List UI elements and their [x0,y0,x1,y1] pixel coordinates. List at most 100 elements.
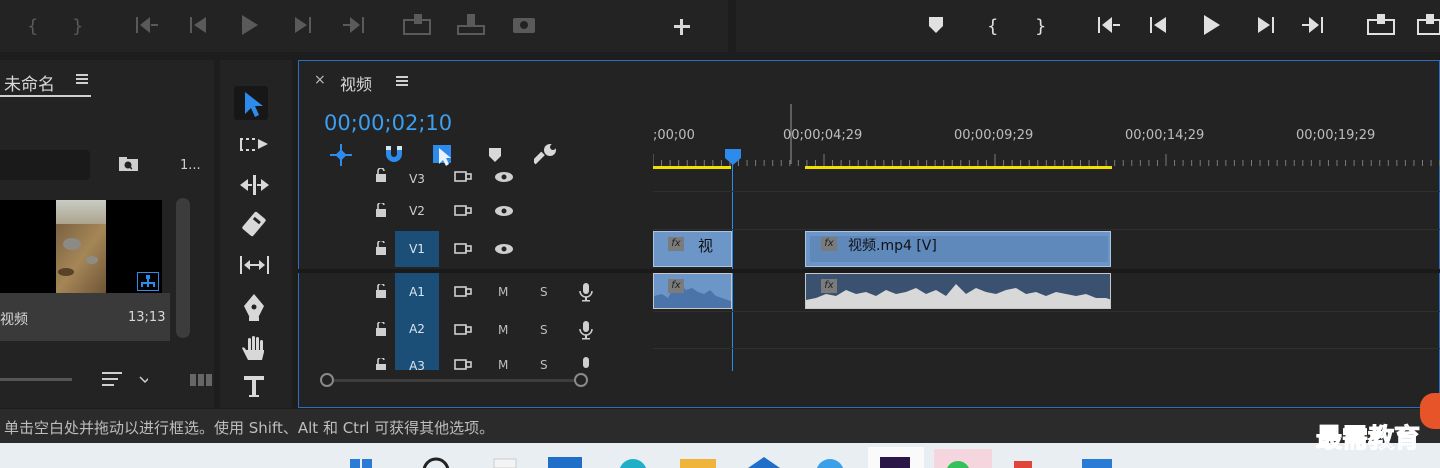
slip-tool-icon[interactable] [238,254,272,276]
solo-toggle[interactable]: S [540,323,548,337]
ruler-ticks [653,104,1440,169]
selection-arrow-icon [245,92,263,117]
unlock-icon[interactable] [374,322,388,336]
snap-magnet-icon[interactable] [382,142,406,166]
svg-text:}: } [1035,16,1046,37]
unlock-icon[interactable] [374,203,388,217]
new-bin-search-icon[interactable] [118,156,140,172]
unlock-icon[interactable] [374,241,388,255]
audio-clip[interactable]: fx [805,273,1111,309]
nest-sequence-icon[interactable] [328,142,354,168]
clip-label: 视频.mp4 [V] [848,238,937,254]
scroll-handle-right[interactable] [574,373,588,387]
audio-waveform [806,284,1110,308]
video-clip[interactable]: fx 视频.mp4 [V] [805,231,1111,267]
unlock-icon[interactable] [374,284,388,298]
audio-clip[interactable]: fx [653,273,732,309]
track-label[interactable]: V2 [395,204,439,218]
sync-lock-icon[interactable] [454,204,474,218]
eye-visibility-icon[interactable] [494,242,514,256]
mute-toggle[interactable]: M [498,323,508,337]
sync-lock-icon[interactable] [454,170,474,184]
track-label-targeted[interactable]: A3 [395,348,439,370]
mute-toggle[interactable]: M [498,285,508,299]
track-header-a2: A2 M S [298,311,653,348]
source-transport-icons: { } [27,14,690,37]
work-area-bar [653,166,731,169]
os-taskbar [0,443,1440,468]
watermark-text: 最需教育 [1315,424,1421,455]
timeline-menu-icon[interactable] [396,75,410,89]
panel-menu-icon[interactable] [76,72,90,86]
track-header-v2: V2 [298,191,653,229]
clip-name: 视频 [0,312,28,328]
type-tool-icon[interactable] [242,374,266,400]
status-hint: 单击空白处并拖动以进行框选。使用 Shift、Alt 和 Ctrl 可获得其他选… [4,419,495,437]
scroll-handle-left[interactable] [320,373,334,387]
track-divider [653,348,1440,349]
freeform-view-icon[interactable] [190,374,212,386]
clip-label: 视 [698,237,714,255]
svg-text:{: { [27,16,38,37]
watermark-logo [1420,393,1440,429]
voiceover-mic-icon[interactable] [578,320,594,340]
track-label-targeted[interactable]: V1 [395,231,439,267]
razor-tool-icon[interactable] [240,210,268,238]
svg-text:{: { [987,16,998,37]
project-search-input[interactable] [0,150,90,180]
mute-toggle[interactable]: M [498,358,508,370]
item-count: 1... [180,158,201,173]
track-divider [653,191,1440,192]
add-marker-icon[interactable] [486,146,504,166]
eye-visibility-icon[interactable] [494,170,514,184]
voiceover-mic-icon[interactable] [578,356,594,370]
sync-lock-icon[interactable] [454,323,474,337]
playhead-timecode[interactable]: 00;00;02;10 [324,111,452,135]
timeline-zoom-scrollbar[interactable] [320,373,588,387]
linked-selection-icon[interactable] [431,142,457,168]
sync-lock-icon[interactable] [454,358,474,370]
playhead-line[interactable] [732,164,733,371]
eye-visibility-icon[interactable] [494,204,514,218]
zoom-slider[interactable] [0,378,72,381]
unlock-icon[interactable] [374,358,388,370]
pen-tool-icon[interactable] [240,292,268,322]
status-bar: 单击空白处并拖动以进行框选。使用 Shift、Alt 和 Ctrl 可获得其他选… [0,409,1440,443]
sequence-badge-icon [137,272,159,291]
fx-badge: fx [668,279,684,293]
voiceover-mic-icon[interactable] [578,282,594,302]
track-divider [653,229,1440,230]
hand-tool-icon[interactable] [240,334,268,364]
tools-panel [220,60,292,408]
clip-duration: 13;13 [128,310,166,325]
ripple-edit-icon[interactable] [238,174,272,196]
track-select-icon[interactable] [238,134,270,156]
clip-thumbnail[interactable] [0,200,162,293]
track-divider [653,311,1440,312]
timeline-tab-title[interactable]: 视频 [340,71,372,95]
sort-icon[interactable] [102,370,148,388]
timeline-close-button[interactable]: × [314,72,326,88]
source-monitor-controls: { } [0,0,728,52]
track-label-targeted[interactable]: A1 [395,273,439,311]
solo-toggle[interactable]: S [540,285,548,299]
active-tab-underline [0,95,91,97]
track-label[interactable]: V3 [395,172,439,186]
video-clip[interactable]: fx 视 [653,231,732,267]
time-ruler[interactable]: ;00;00 00;00;04;29 00;00;09;29 00;00;14;… [653,104,1440,170]
timeline-settings-wrench-icon[interactable] [534,143,558,167]
project-tab-title[interactable]: 未命名 [4,70,55,95]
project-scrollbar[interactable] [176,198,190,338]
sync-lock-icon[interactable] [454,285,474,299]
clip-info-row[interactable]: 视频 13;13 [0,293,170,341]
solo-toggle[interactable]: S [540,358,548,370]
fx-badge: fx [668,237,684,251]
program-transport-icons: { } [929,14,1440,37]
playhead-handle[interactable] [724,148,742,166]
track-label-targeted[interactable]: A2 [395,311,439,348]
sync-lock-icon[interactable] [454,242,474,256]
track-header-a1: A1 M S [298,273,653,311]
program-monitor-controls: { } [736,0,1440,52]
selection-tool-button[interactable] [234,86,268,120]
lock-icon[interactable] [374,168,388,182]
